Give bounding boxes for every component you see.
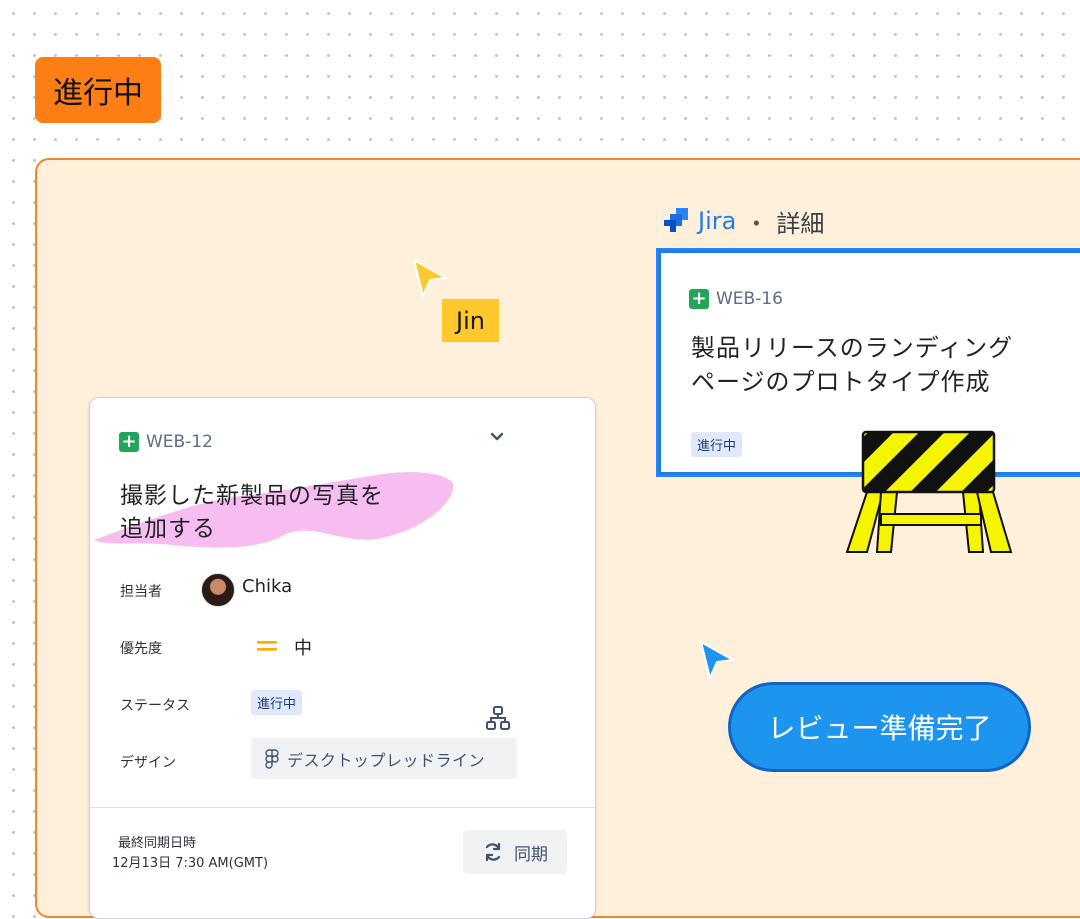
assignee-label: 担当者	[120, 584, 162, 600]
status-chip-web12[interactable]: 進行中	[251, 690, 303, 715]
issue-key-web16: + WEB-16	[689, 289, 783, 309]
refresh-icon	[485, 842, 501, 862]
figma-icon	[265, 748, 279, 769]
jira-card-web12[interactable]: + WEB-12 撮影した新製品の写真を 追加する 担当者 Chika 優先度 …	[89, 397, 596, 919]
issue-title-line1: 製品リリースのランディング	[691, 334, 1014, 362]
card-divider	[90, 807, 595, 808]
design-link[interactable]: デスクトップレッドライン	[251, 738, 517, 779]
design-link-text: デスクトップレッドライン	[287, 750, 486, 770]
issue-key-text: WEB-12	[146, 432, 213, 452]
status-label: ステータス	[120, 698, 190, 714]
review-ready-button[interactable]: レビュー準備完了	[728, 682, 1031, 772]
cursor-arrow-icon	[413, 259, 447, 297]
design-label: デザイン	[120, 755, 176, 771]
story-plus-icon: +	[689, 289, 709, 309]
issue-key-web12: + WEB-12	[119, 432, 213, 452]
sync-button[interactable]: 同期	[463, 830, 567, 874]
section-title-badge[interactable]: 進行中	[35, 57, 161, 123]
jira-separator: ・	[744, 209, 769, 238]
jira-logo-icon	[664, 208, 688, 232]
story-plus-icon: +	[119, 432, 139, 452]
hierarchy-icon[interactable]	[485, 705, 511, 731]
status-chip-web16[interactable]: 進行中	[691, 432, 743, 457]
chevron-down-icon[interactable]	[489, 430, 505, 444]
issue-title-line2: 追加する	[120, 516, 216, 542]
issue-title-line1: 撮影した新製品の写真を	[120, 483, 384, 509]
issue-title-line2: ページのプロトタイプ作成	[691, 368, 991, 396]
jira-detail-label[interactable]: Jira ・ 詳細	[660, 204, 824, 238]
issue-key-text: WEB-16	[716, 289, 783, 309]
priority-label: 優先度	[120, 641, 162, 657]
cursor-name-text: Jin	[456, 306, 485, 335]
priority-medium-icon	[257, 641, 277, 651]
assignee-name[interactable]: Chika	[242, 576, 292, 597]
section-title: 進行中	[53, 76, 143, 111]
last-sync-time: 12月13日 7:30 AM(GMT)	[112, 856, 269, 871]
review-ready-label: レビュー準備完了	[767, 712, 992, 745]
cursor-name-jin: Jin	[442, 299, 499, 342]
construction-barrier-icon	[845, 430, 1013, 553]
avatar	[201, 573, 235, 607]
sync-button-label: 同期	[514, 844, 548, 865]
last-sync-label: 最終同期日時	[118, 836, 197, 851]
issue-title-web12: 撮影した新製品の写真を 追加する	[120, 480, 384, 546]
jira-detail: 詳細	[776, 209, 825, 238]
issue-title-web16: 製品リリースのランディング ページのプロトタイプ作成	[691, 331, 1013, 399]
priority-value[interactable]: 中	[294, 634, 312, 660]
jira-name: Jira	[698, 207, 737, 235]
cursor-arrow-icon	[700, 641, 734, 679]
